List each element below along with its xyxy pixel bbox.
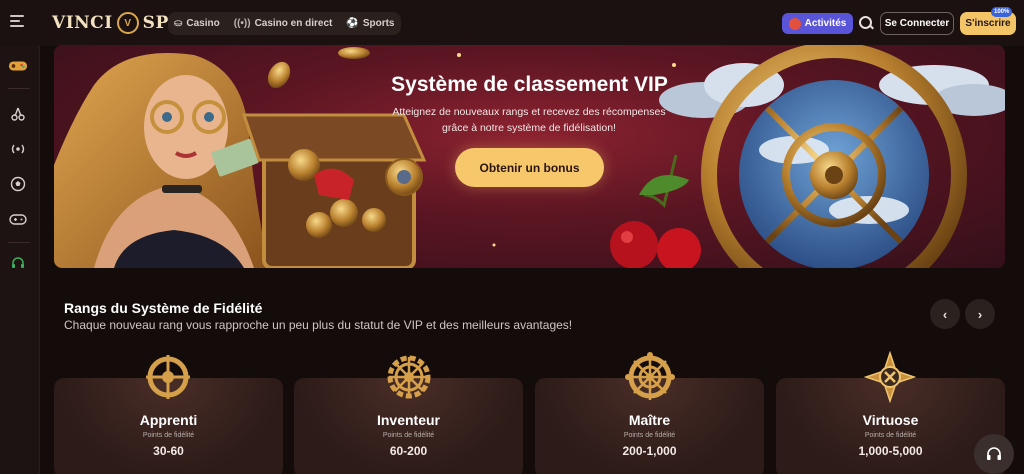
logo-word-left: VINCI	[52, 13, 113, 33]
headset-icon	[987, 447, 1001, 460]
rank-points-label: Points de fidélité	[864, 432, 917, 439]
chip-icon: ⛀	[174, 18, 183, 29]
wheel-icon	[146, 355, 190, 399]
left-sidebar	[0, 46, 40, 474]
nav-casino[interactable]: ⛀ Casino	[174, 18, 220, 29]
rank-points: 200-1,000	[622, 444, 677, 458]
nav-live-casino[interactable]: ((•)) Casino en direct	[234, 18, 333, 29]
rank-points: 30-60	[153, 444, 184, 458]
chevron-left-icon: ‹	[942, 306, 948, 322]
vip-banner: Système de classement VIP Atteignez de n…	[54, 45, 1005, 268]
activities-button[interactable]: Activités	[782, 13, 853, 34]
gear-wheel-icon	[387, 355, 431, 399]
nav-live-casino-label: Casino en direct	[254, 18, 333, 29]
register-badge: 100%	[991, 7, 1013, 17]
nav-casino-label: Casino	[186, 18, 220, 29]
support-button[interactable]	[974, 434, 1014, 474]
gamepad-promo-icon[interactable]	[8, 56, 28, 76]
next-arrow-button[interactable]: ›	[965, 299, 995, 329]
rank-name: Virtuose	[862, 412, 919, 428]
compass-star-icon	[864, 351, 916, 403]
soccer-ball-icon[interactable]	[8, 174, 28, 194]
rank-points-label: Points de fidélité	[142, 432, 195, 439]
rank-name: Inventeur	[376, 412, 440, 428]
ball-icon: ⚽	[346, 18, 359, 29]
nav-sports[interactable]: ⚽ Sports	[346, 18, 394, 29]
rank-points-label: Points de fidélité	[623, 432, 676, 439]
rank-name: Apprenti	[139, 412, 198, 428]
menu-icon[interactable]	[10, 15, 24, 27]
ranks-subtitle: Chaque nouveau rang vous rapproche un pe…	[64, 318, 573, 332]
live-icon: ((•))	[233, 18, 251, 29]
ornate-wheel-icon	[625, 352, 675, 400]
login-button[interactable]: Se Connecter	[880, 12, 954, 35]
rank-points: 1,000-5,000	[858, 444, 923, 458]
live-icon[interactable]	[8, 139, 28, 159]
top-header: VINCI V SPIN ⛀ Casino ((•)) Casino en di…	[0, 0, 1024, 46]
prev-arrow-button[interactable]: ‹	[930, 299, 960, 329]
activities-icon	[788, 17, 801, 30]
cherries-icon[interactable]	[8, 104, 28, 124]
rank-name: Maître	[628, 412, 671, 428]
joystick-icon[interactable]	[8, 209, 28, 229]
logo-emblem: V	[116, 12, 139, 34]
top-nav: ⛀ Casino ((•)) Casino en direct ⚽ Sports	[168, 12, 401, 35]
sidebar-divider	[8, 242, 30, 243]
banner-title: Système de classement VIP	[391, 73, 668, 96]
rank-points-label: Points de fidélité	[382, 432, 435, 439]
search-icon[interactable]	[858, 15, 874, 31]
banner-subtitle: Atteignez de nouveaux rangs et recevez d…	[392, 106, 666, 134]
ranks-title: Rangs du Système de Fidélité	[64, 300, 263, 316]
activities-label: Activités	[804, 18, 847, 29]
rank-points: 60-200	[389, 444, 428, 458]
get-bonus-button[interactable]: Obtenir un bonus	[455, 148, 604, 187]
headset-icon[interactable]	[8, 253, 28, 273]
sidebar-divider	[8, 88, 30, 89]
chevron-right-icon: ›	[977, 306, 983, 322]
nav-sports-label: Sports	[362, 18, 395, 29]
